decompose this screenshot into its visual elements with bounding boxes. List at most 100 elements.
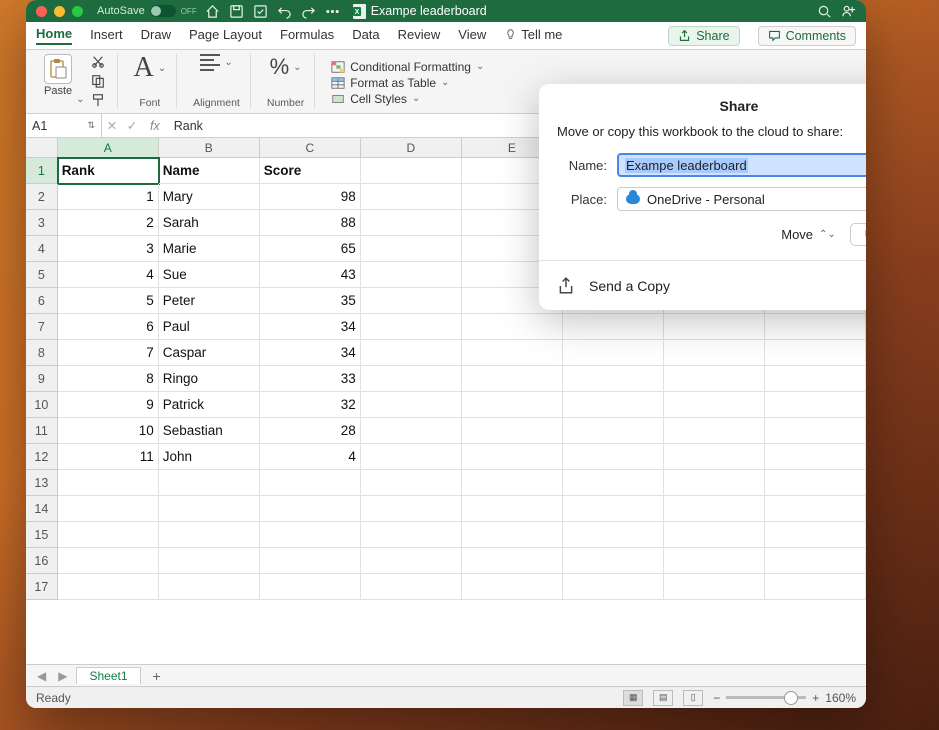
chevron-down-icon[interactable]: ⌄ [158, 63, 166, 74]
cell[interactable]: Name [159, 158, 260, 184]
cell[interactable] [361, 444, 462, 470]
format-as-table-button[interactable]: Format as Table⌄ [331, 76, 449, 90]
cell[interactable] [765, 444, 866, 470]
cell[interactable] [361, 418, 462, 444]
cell[interactable]: 32 [260, 392, 361, 418]
cell[interactable]: Sebastian [159, 418, 260, 444]
tab-tellme[interactable]: Tell me [504, 27, 562, 44]
cell[interactable] [563, 314, 664, 340]
row-header[interactable]: 5 [26, 262, 58, 288]
zoom-slider[interactable] [726, 696, 806, 699]
cell[interactable] [361, 314, 462, 340]
cell[interactable] [664, 314, 765, 340]
zoom-out-icon[interactable]: − [713, 691, 720, 705]
more-icon[interactable] [325, 3, 341, 19]
cell[interactable] [260, 522, 361, 548]
tab-home[interactable]: Home [36, 26, 72, 45]
cell[interactable] [664, 548, 765, 574]
cell[interactable]: Sarah [159, 210, 260, 236]
cell[interactable]: 33 [260, 366, 361, 392]
cancel-icon[interactable]: ✕ [102, 118, 122, 133]
cell[interactable] [260, 470, 361, 496]
save-icon[interactable] [229, 3, 245, 19]
cell[interactable] [563, 496, 664, 522]
maximize-window[interactable] [72, 6, 83, 17]
format-painter-icon[interactable] [89, 92, 107, 108]
row-header[interactable]: 4 [26, 236, 58, 262]
cell[interactable] [664, 470, 765, 496]
cell[interactable] [462, 392, 563, 418]
cell[interactable] [58, 574, 159, 600]
formula-input[interactable]: Rank [168, 119, 203, 133]
cell[interactable]: 8 [58, 366, 159, 392]
view-break-icon[interactable]: ▯ [683, 690, 703, 706]
cell[interactable] [765, 522, 866, 548]
cell[interactable] [765, 366, 866, 392]
search-icon[interactable] [816, 3, 832, 19]
cell[interactable]: 2 [58, 210, 159, 236]
cell[interactable] [765, 418, 866, 444]
tab-formulas[interactable]: Formulas [280, 27, 334, 44]
sheet-next-icon[interactable]: ▶ [55, 669, 70, 683]
cell[interactable] [765, 470, 866, 496]
tab-insert[interactable]: Insert [90, 27, 123, 44]
add-sheet-button[interactable]: + [147, 668, 167, 684]
cell[interactable] [361, 366, 462, 392]
cell[interactable] [159, 470, 260, 496]
cell[interactable] [664, 418, 765, 444]
cell[interactable] [664, 340, 765, 366]
zoom-in-icon[interactable]: + [812, 691, 819, 705]
cell[interactable]: Rank [58, 158, 159, 184]
cell[interactable]: 6 [58, 314, 159, 340]
autosave-switch[interactable] [150, 5, 176, 17]
zoom-control[interactable]: − + 160% [713, 691, 856, 705]
cell[interactable] [765, 548, 866, 574]
cell[interactable] [664, 574, 765, 600]
chevron-updown-icon[interactable]: ⇅ [87, 120, 95, 131]
row-header[interactable]: 17 [26, 574, 58, 600]
cell[interactable] [462, 340, 563, 366]
tab-pagelayout[interactable]: Page Layout [189, 27, 262, 44]
autosave-toggle[interactable]: AutoSave OFF [97, 5, 197, 17]
cell[interactable]: 3 [58, 236, 159, 262]
cell[interactable]: 11 [58, 444, 159, 470]
row-header[interactable]: 3 [26, 210, 58, 236]
tab-draw[interactable]: Draw [141, 27, 171, 44]
cell[interactable] [361, 340, 462, 366]
row-header[interactable]: 1 [26, 158, 58, 184]
cell[interactable] [563, 366, 664, 392]
cell[interactable] [765, 340, 866, 366]
font-a-icon[interactable]: A [134, 54, 154, 82]
send-copy-button[interactable]: Send a Copy › [539, 261, 866, 310]
percent-icon[interactable]: % [270, 54, 290, 80]
cell[interactable] [563, 470, 664, 496]
cell[interactable] [664, 522, 765, 548]
select-all-corner[interactable] [26, 138, 58, 157]
cell[interactable] [664, 496, 765, 522]
cell[interactable] [765, 496, 866, 522]
cell[interactable]: Sue [159, 262, 260, 288]
cell[interactable]: 35 [260, 288, 361, 314]
cell[interactable]: 65 [260, 236, 361, 262]
cell[interactable] [462, 522, 563, 548]
cell[interactable] [563, 574, 664, 600]
cell[interactable] [462, 470, 563, 496]
cell[interactable] [765, 392, 866, 418]
cell[interactable] [462, 496, 563, 522]
cell[interactable]: 4 [58, 262, 159, 288]
cell[interactable] [58, 548, 159, 574]
chevron-down-icon[interactable]: ⌄ [76, 94, 84, 105]
col-header-A[interactable]: A [58, 138, 159, 157]
cell[interactable] [361, 210, 462, 236]
cell[interactable] [462, 444, 563, 470]
sheet-tab-1[interactable]: Sheet1 [76, 667, 140, 684]
row-header[interactable]: 8 [26, 340, 58, 366]
cell[interactable]: 34 [260, 340, 361, 366]
cell[interactable]: Caspar [159, 340, 260, 366]
cell[interactable]: John [159, 444, 260, 470]
confirm-icon[interactable]: ✓ [122, 118, 142, 133]
cell[interactable] [361, 496, 462, 522]
fx-label[interactable]: fx [142, 119, 168, 133]
name-input[interactable]: Exampe leaderboard [617, 153, 866, 177]
row-header[interactable]: 2 [26, 184, 58, 210]
